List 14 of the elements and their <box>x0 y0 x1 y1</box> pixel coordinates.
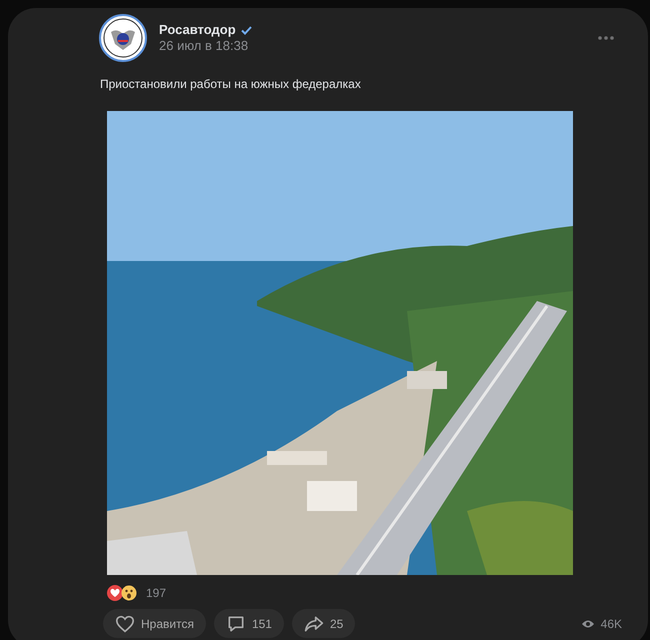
eye-icon <box>580 618 595 628</box>
post-time[interactable]: 26 июл в 18:38 <box>159 38 252 54</box>
post-text: Приостановили работы на южных федералках <box>100 76 362 92</box>
author-name[interactable]: Росавтодор <box>159 22 236 38</box>
share-arrow-icon <box>304 614 324 634</box>
share-button[interactable]: 25 <box>292 609 356 638</box>
comment-button[interactable]: 151 <box>214 609 284 638</box>
more-icon[interactable] <box>598 36 614 40</box>
views-count: 46K <box>600 616 622 632</box>
comment-icon <box>226 614 246 634</box>
reaction-emojis-icon[interactable] <box>107 585 139 601</box>
reactions-count[interactable]: 197 <box>146 584 166 602</box>
like-button[interactable]: Нравится <box>103 609 206 638</box>
emblem-avatar-icon[interactable] <box>99 14 147 62</box>
